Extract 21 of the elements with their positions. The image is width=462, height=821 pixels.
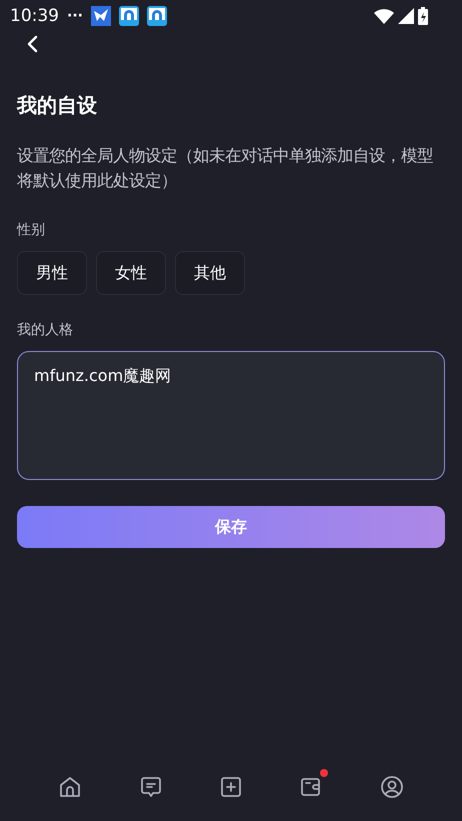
battery-icon (418, 7, 428, 25)
arch-app-icon (146, 6, 167, 26)
gender-option[interactable]: 男性 (17, 251, 87, 295)
bird-app-icon (90, 6, 111, 26)
more-notifications: ··· (67, 8, 83, 24)
gender-option[interactable]: 其他 (175, 251, 245, 295)
add-icon (218, 775, 243, 799)
back-icon[interactable] (26, 35, 38, 53)
personality-label: 我的人格 (17, 321, 74, 339)
status-time: 10:39 (10, 6, 59, 26)
chat-icon (138, 775, 163, 799)
page-title: 我的自设 (17, 92, 98, 119)
wifi-icon (374, 8, 394, 24)
profile-icon (380, 775, 404, 799)
home-icon (58, 775, 82, 799)
signal-icon (398, 8, 414, 24)
gender-option[interactable]: 女性 (96, 251, 166, 295)
personality-field[interactable]: mfunz.com魔趣网 (17, 351, 445, 480)
arch-app-icon (118, 6, 139, 26)
gender-label: 性别 (17, 221, 46, 239)
description-text: 设置您的全局人物设定（如未在对话中单独添加自设，模型将默认使用此处设定） (17, 145, 434, 192)
